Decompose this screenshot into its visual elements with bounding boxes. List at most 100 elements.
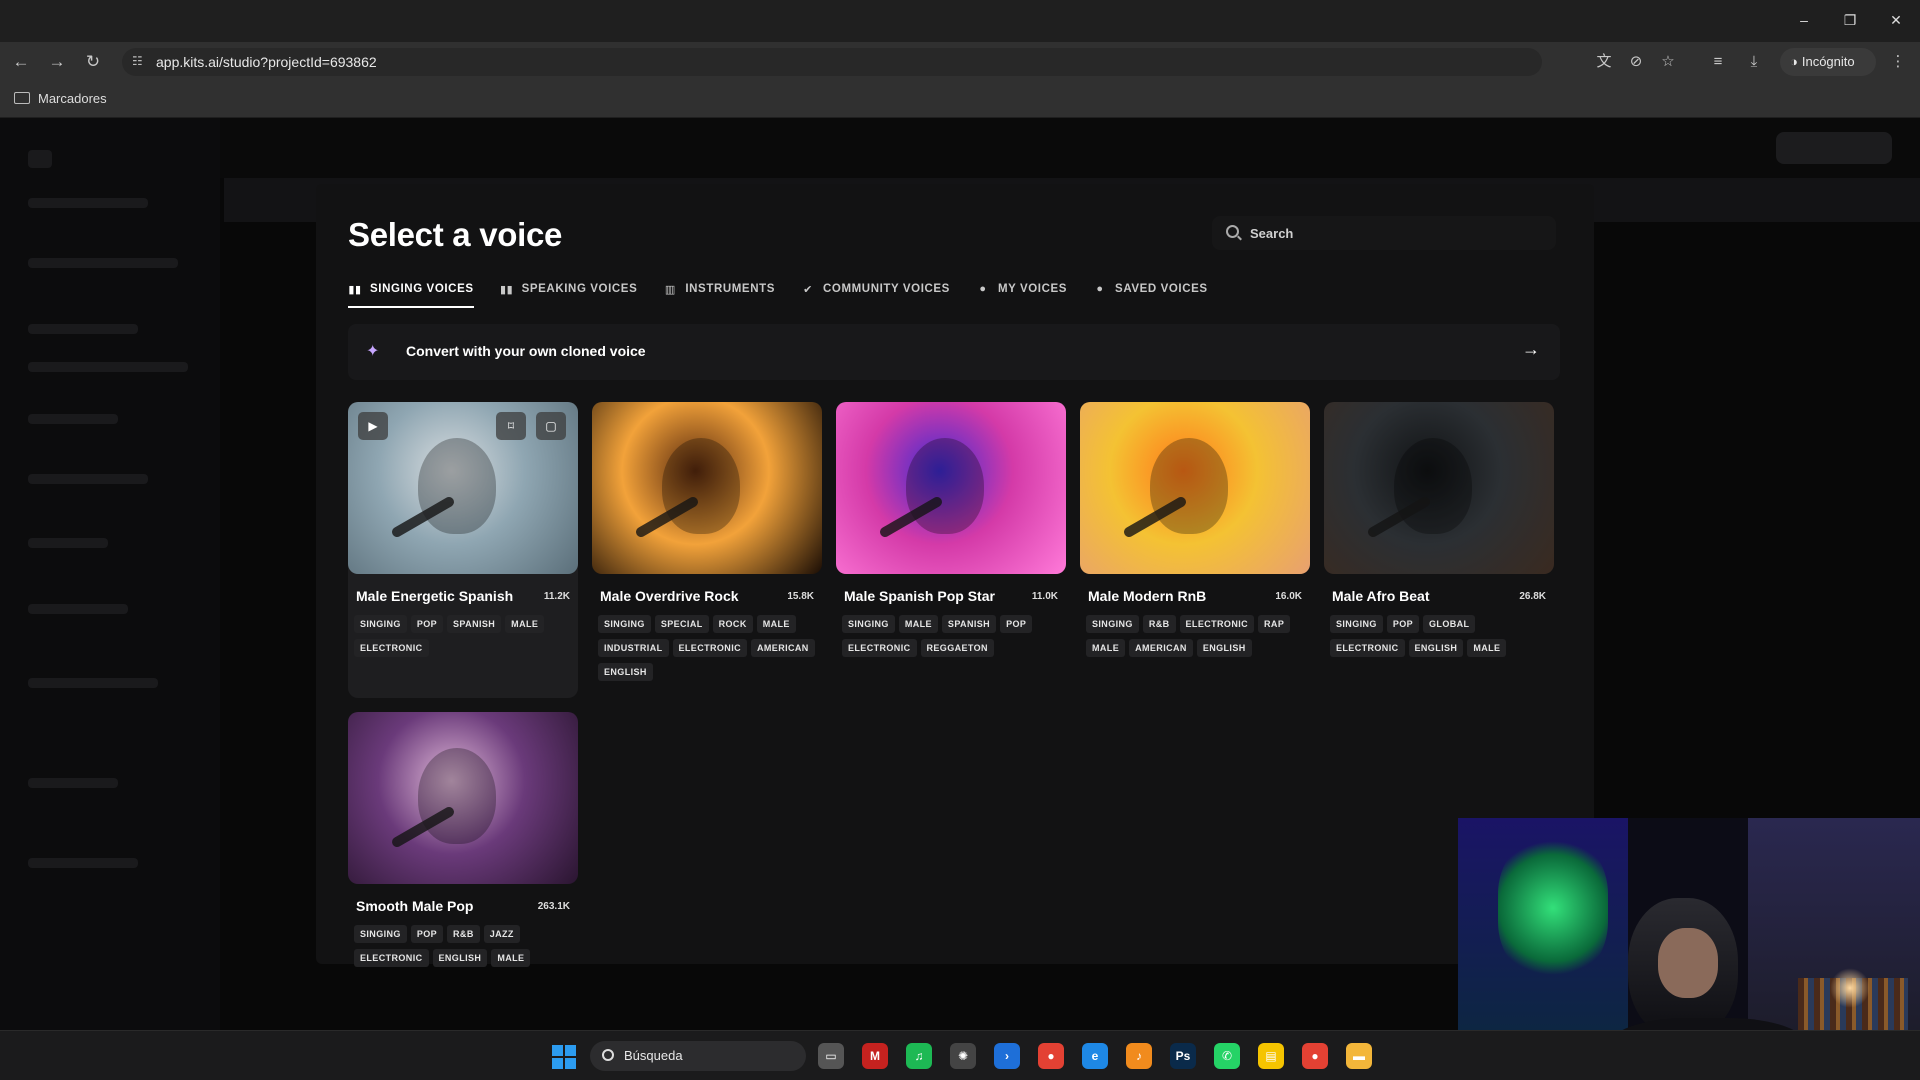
voice-card[interactable]: ▶ ⌑ ▢ Male Energetic Spanish 11.2K SINGI… [348,402,578,698]
browser-toolbar: ← → ↻ ☷ app.kits.ai/studio?projectId=693… [0,42,1920,82]
taskbar-search[interactable]: Búsqueda [590,1041,806,1071]
spotify-icon[interactable]: ♫ [906,1043,932,1069]
voice-usage-count: 26.8K [1519,591,1546,602]
voice-tags: SINGING SPECIAL ROCK MALE INDUSTRIAL ELECTRON… [596,612,818,684]
voice-cover-image[interactable] [348,712,578,884]
url-text[interactable]: app.kits.ai/studio?projectId=693862 [156,54,377,70]
voice-tags: SINGING POP R&B JAZZ ELECTRONIC ENGLISH MALE [352,922,574,970]
voice-tag: MALE [898,615,938,633]
voice-cover-image[interactable] [1080,402,1310,574]
voice-card[interactable]: Male Afro Beat 26.8K SINGING POP GLOBAL ELE… [1324,402,1554,698]
voice-tags: SINGING POP GLOBAL ELECTRONIC ENGLISH MALE [1328,612,1550,660]
star-icon[interactable]: ☆ [1656,50,1680,74]
voice-tag: AMERICAN [751,639,815,657]
reload-button[interactable]: ↻ [80,50,106,74]
voice-usage-count: 16.0K [1275,591,1302,602]
incognito-icon: ◑ [1790,54,1798,69]
voice-tag: REGGAETON [920,639,994,657]
voice-card[interactable]: Male Modern RnB 16.0K SINGING R&B ELECTRON… [1080,402,1310,698]
gmail-icon[interactable]: M [862,1043,888,1069]
voice-usage-count: 263.1K [537,901,570,912]
cloned-voice-banner[interactable]: ✦ Convert with your own cloned voice → [348,324,1560,380]
terminal-icon[interactable]: › [994,1043,1020,1069]
search-input[interactable] [1250,216,1540,250]
voice-name: Male Modern RnB [1088,588,1207,604]
fl-studio-icon[interactable]: ♪ [1126,1043,1152,1069]
incognito-profile-button[interactable]: ◑ Incógnito [1780,48,1876,76]
tab-singing-voices[interactable]: ▮▮ SINGING VOICES [348,274,474,308]
back-button[interactable]: ← [8,50,34,74]
voice-tag: R&B [447,925,480,943]
tab-label: SPEAKING VOICES [521,283,638,295]
voice-cover-image[interactable]: ▶ ⌑ ▢ [348,402,578,574]
chrome-icon[interactable]: ● [1038,1043,1064,1069]
voice-card[interactable]: Male Spanish Pop Star 11.0K SINGING MALE S… [836,402,1066,698]
voice-tag: SINGING [354,615,407,633]
media-queue-icon[interactable]: ≡ [1706,50,1730,74]
download-icon[interactable]: ⤓ [1742,50,1766,74]
app-top-button [1776,132,1892,164]
voice-tag: SINGING [1330,615,1383,633]
edge-icon[interactable]: e [1082,1043,1108,1069]
chatgpt-icon[interactable]: ✺ [950,1043,976,1069]
voice-cover-image[interactable] [836,402,1066,574]
user-icon: ● [1096,283,1104,295]
whatsapp-icon[interactable]: ✆ [1214,1043,1240,1069]
voice-tag: RAP [1258,615,1291,633]
taskbar-search-label: Búsqueda [624,1048,683,1063]
voice-cover-image[interactable] [592,402,822,574]
bookmarks-folder-label[interactable]: Marcadores [38,91,107,106]
restore-button[interactable]: ❐ [1830,8,1870,32]
voice-usage-count: 11.0K [1031,591,1058,602]
tab-saved-voices[interactable]: ● SAVED VOICES [1093,274,1208,304]
tab-community-voices[interactable]: ✔ COMMUNITY VOICES [801,274,950,304]
voice-tag: ELECTRONIC [672,639,747,657]
close-window-button[interactable]: ✕ [1876,8,1916,32]
voice-tags: SINGING POP SPANISH MALE ELECTRONIC [352,612,574,660]
forward-button[interactable]: → [44,50,70,74]
search-icon [602,1049,614,1061]
windows-start-icon[interactable] [552,1045,576,1069]
voice-tag: POP [410,615,444,633]
sticky-notes-icon[interactable]: ▤ [1258,1043,1284,1069]
voice-usage-count: 15.8K [787,591,814,602]
voice-tag: R&B [1142,615,1176,633]
singer-figure [662,438,740,534]
tab-speaking-voices[interactable]: ▮▮ SPEAKING VOICES [500,274,638,304]
arrow-right-icon[interactable]: → [1522,339,1540,360]
tab-my-voices[interactable]: ● MY VOICES [976,274,1067,304]
banner-text: Convert with your own cloned voice [406,343,646,359]
voice-name: Male Energetic Spanish [356,588,514,604]
bookmark-icon[interactable]: ⌑ [496,412,526,440]
tab-label: SINGING VOICES [370,283,474,295]
waveform-icon: ▮▮ [499,283,514,296]
browser-menu-button[interactable]: ⋮ [1886,50,1910,74]
voice-tag: ELECTRONIC [842,639,917,657]
tab-instruments[interactable]: ▥ INSTRUMENTS [663,274,775,304]
voice-card[interactable]: Smooth Male Pop 263.1K SINGING POP R&B JAZZ… [348,712,578,967]
play-icon[interactable]: ▶ [358,412,388,440]
singer-figure [906,438,984,534]
voice-card[interactable]: Male Overdrive Rock 15.8K SINGING SPECIAL… [592,402,822,698]
voice-tag: SPANISH [941,615,997,633]
voice-tag: SINGING [598,615,651,633]
address-bar[interactable]: ☷ app.kits.ai/studio?projectId=693862 [122,48,1542,76]
task-view-icon[interactable]: ▭ [818,1043,844,1069]
app-topbar [220,118,1920,178]
minimize-button[interactable]: – [1784,8,1824,32]
translate-icon[interactable]: 文 [1592,50,1616,74]
voice-tag: GLOBAL [1423,615,1476,633]
select-checkbox-icon[interactable]: ▢ [536,412,566,440]
voice-name: Male Spanish Pop Star [844,588,995,604]
chrome-incognito-icon[interactable]: ● [1302,1043,1328,1069]
voice-name: Smooth Male Pop [356,898,474,914]
eye-off-icon[interactable]: ⊘ [1624,50,1648,74]
search-box[interactable] [1212,216,1556,250]
file-explorer-icon[interactable]: ▬ [1346,1043,1372,1069]
voice-tag: ROCK [712,615,753,633]
voice-cover-image[interactable] [1324,402,1554,574]
voice-tag: ELECTRONIC [1330,639,1405,657]
tune-icon[interactable]: ☷ [132,54,146,68]
folder-icon [14,92,30,104]
photoshop-icon[interactable]: Ps [1170,1043,1196,1069]
